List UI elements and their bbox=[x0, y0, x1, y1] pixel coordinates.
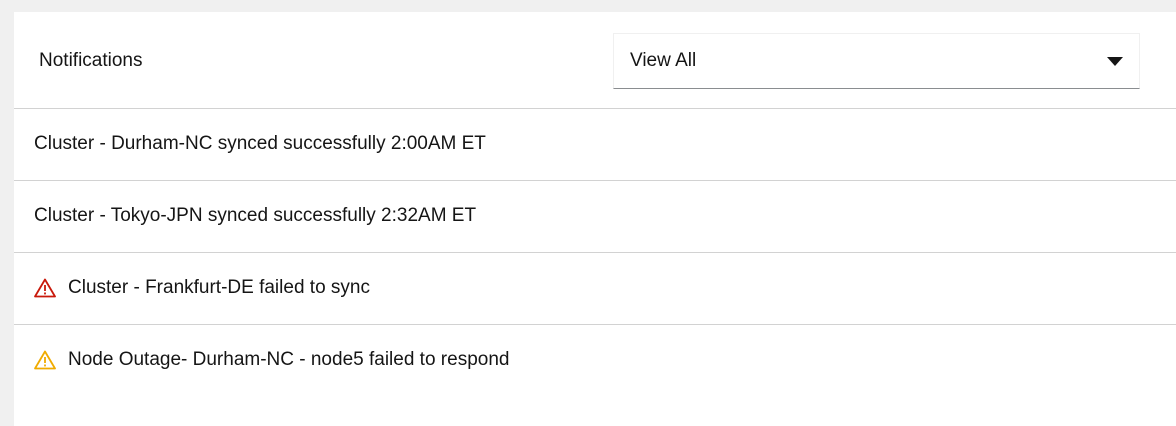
notification-item[interactable]: Cluster - Tokyo-JPN synced successfully … bbox=[14, 181, 1176, 253]
view-filter-value: View All bbox=[630, 50, 697, 71]
notification-item[interactable]: Cluster - Durham-NC synced successfully … bbox=[14, 109, 1176, 181]
notification-item[interactable]: Cluster - Frankfurt-DE failed to sync bbox=[14, 253, 1176, 325]
notification-text: Cluster - Frankfurt-DE failed to sync bbox=[68, 277, 370, 298]
panel-title: Notifications bbox=[39, 50, 143, 71]
notifications-panel: Notifications View All Cluster - Durham-… bbox=[14, 12, 1176, 426]
notification-text: Cluster - Tokyo-JPN synced successfully … bbox=[34, 205, 477, 226]
notification-text: Node Outage- Durham-NC - node5 failed to… bbox=[68, 349, 510, 370]
notifications-header: Notifications View All bbox=[14, 12, 1176, 109]
notification-list: Cluster - Durham-NC synced successfully … bbox=[14, 109, 1176, 397]
notification-item[interactable]: Node Outage- Durham-NC - node5 failed to… bbox=[14, 325, 1176, 397]
notification-text: Cluster - Durham-NC synced successfully … bbox=[34, 133, 486, 154]
danger-triangle-icon bbox=[34, 278, 56, 298]
caret-down-icon bbox=[1107, 57, 1123, 66]
warning-triangle-icon bbox=[34, 350, 56, 370]
view-filter-select[interactable]: View All bbox=[613, 33, 1140, 89]
